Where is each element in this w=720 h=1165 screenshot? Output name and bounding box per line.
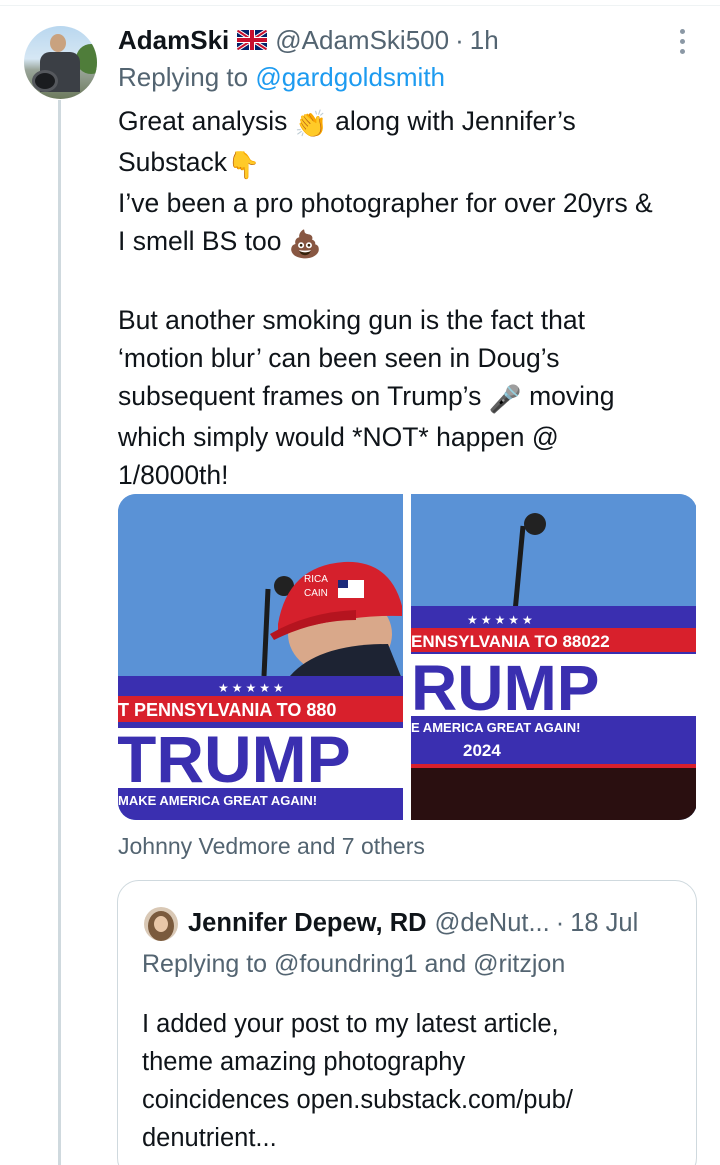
author-avatar[interactable]	[24, 26, 97, 99]
banner-big-text: TRUMP	[118, 722, 351, 796]
author-name[interactable]: AdamSki	[118, 25, 229, 56]
banner-slogan: E AMERICA GREAT AGAIN!	[411, 720, 580, 735]
liked-by[interactable]: Johnny Vedmore and 7 others	[118, 833, 425, 860]
banner-big-text: RUMP	[411, 652, 599, 724]
separator-dot: ·	[555, 908, 565, 937]
quote-text: I added your post to my latest article, …	[142, 1005, 662, 1157]
top-divider	[0, 0, 720, 6]
tweet-line: 1/8000th!	[118, 460, 229, 490]
uk-flag-icon	[237, 30, 268, 50]
tweet-header: AdamSki @AdamSki500 · 1h	[118, 24, 499, 56]
clapping-hands-icon: 👏	[294, 109, 328, 139]
quote-author-name: Jennifer Depew, RD	[188, 908, 427, 937]
pointing-down-icon: 👇	[227, 150, 261, 180]
quote-line: I added your post to my latest article,	[142, 1010, 559, 1038]
quote-replying-to: Replying to @foundring1 and @ritzjon	[142, 950, 566, 978]
tweet-line: But another smoking gun is the fact that	[118, 305, 585, 335]
tweet-line: Substack👇	[118, 143, 708, 184]
tweet-line: I smell BS too 💩	[118, 222, 708, 263]
quote-author-handle: @deNut...	[434, 908, 550, 937]
banner-slogan: MAKE AMERICA GREAT AGAIN!	[118, 793, 317, 808]
separator-dot: ·	[455, 24, 464, 55]
tweet-line: I’ve been a pro photographer for over 20…	[118, 188, 653, 218]
quoted-tweet[interactable]: Jennifer Depew, RD @deNut... · 18 Jul Re…	[117, 880, 697, 1165]
banner-stars: ★★★★★	[467, 613, 536, 627]
more-options-icon[interactable]	[672, 26, 692, 56]
banner-line: T PENNSYLVANIA TO 880	[118, 700, 336, 720]
microphone-icon: 🎤	[488, 384, 522, 414]
quote-line: coincidences open.substack.com/pub/	[142, 1086, 573, 1114]
author-handle[interactable]: @AdamSki500	[275, 25, 449, 56]
quote-date: 18 Jul	[570, 908, 639, 937]
banner-year: 2024	[463, 741, 501, 760]
tweet-line: which simply would *NOT* happen @	[118, 422, 559, 452]
poop-icon: 💩	[288, 229, 322, 259]
photo-right-image: ★★★★★ ENNSYLVANIA TO 88022 RUMP E AMERIC…	[411, 494, 696, 820]
quote-line: theme amazing photography	[142, 1048, 466, 1076]
tweet-line: Great analysis 👏 along with Jennifer’s	[118, 102, 708, 143]
tweet-line: ‘motion blur’ can been seen in Doug’s	[118, 343, 560, 373]
banner-stars: ★★★★★	[218, 681, 287, 695]
quote-header: Jennifer Depew, RD @deNut... · 18 Jul	[188, 905, 638, 941]
tweet-text: Great analysis 👏 along with Jennifer’s S…	[118, 102, 708, 494]
tweet-line: subsequent frames on Trump’s 🎤 moving	[118, 377, 708, 418]
replying-to-handle-link[interactable]: @gardgoldsmith	[255, 62, 445, 92]
quote-author-avatar	[144, 907, 178, 941]
tweet-time[interactable]: 1h	[470, 25, 499, 56]
thread-line	[58, 100, 61, 1165]
photo-left-image: RICA CAIN ★★★★★ T PENNSYLVANIA TO 880 TR…	[118, 494, 403, 820]
replying-prefix: Replying to	[118, 62, 256, 92]
photo-right[interactable]: ★★★★★ ENNSYLVANIA TO 88022 RUMP E AMERIC…	[411, 494, 696, 820]
photo-left[interactable]: RICA CAIN ★★★★★ T PENNSYLVANIA TO 880 TR…	[118, 494, 403, 820]
cap-text-2: CAIN	[304, 588, 328, 599]
media-grid: RICA CAIN ★★★★★ T PENNSYLVANIA TO 880 TR…	[118, 494, 697, 820]
replying-to: Replying to @gardgoldsmith	[118, 62, 445, 93]
banner-line: ENNSYLVANIA TO 88022	[411, 632, 610, 651]
quote-line: denutrient...	[142, 1124, 277, 1152]
cap-text-1: RICA	[304, 574, 328, 585]
